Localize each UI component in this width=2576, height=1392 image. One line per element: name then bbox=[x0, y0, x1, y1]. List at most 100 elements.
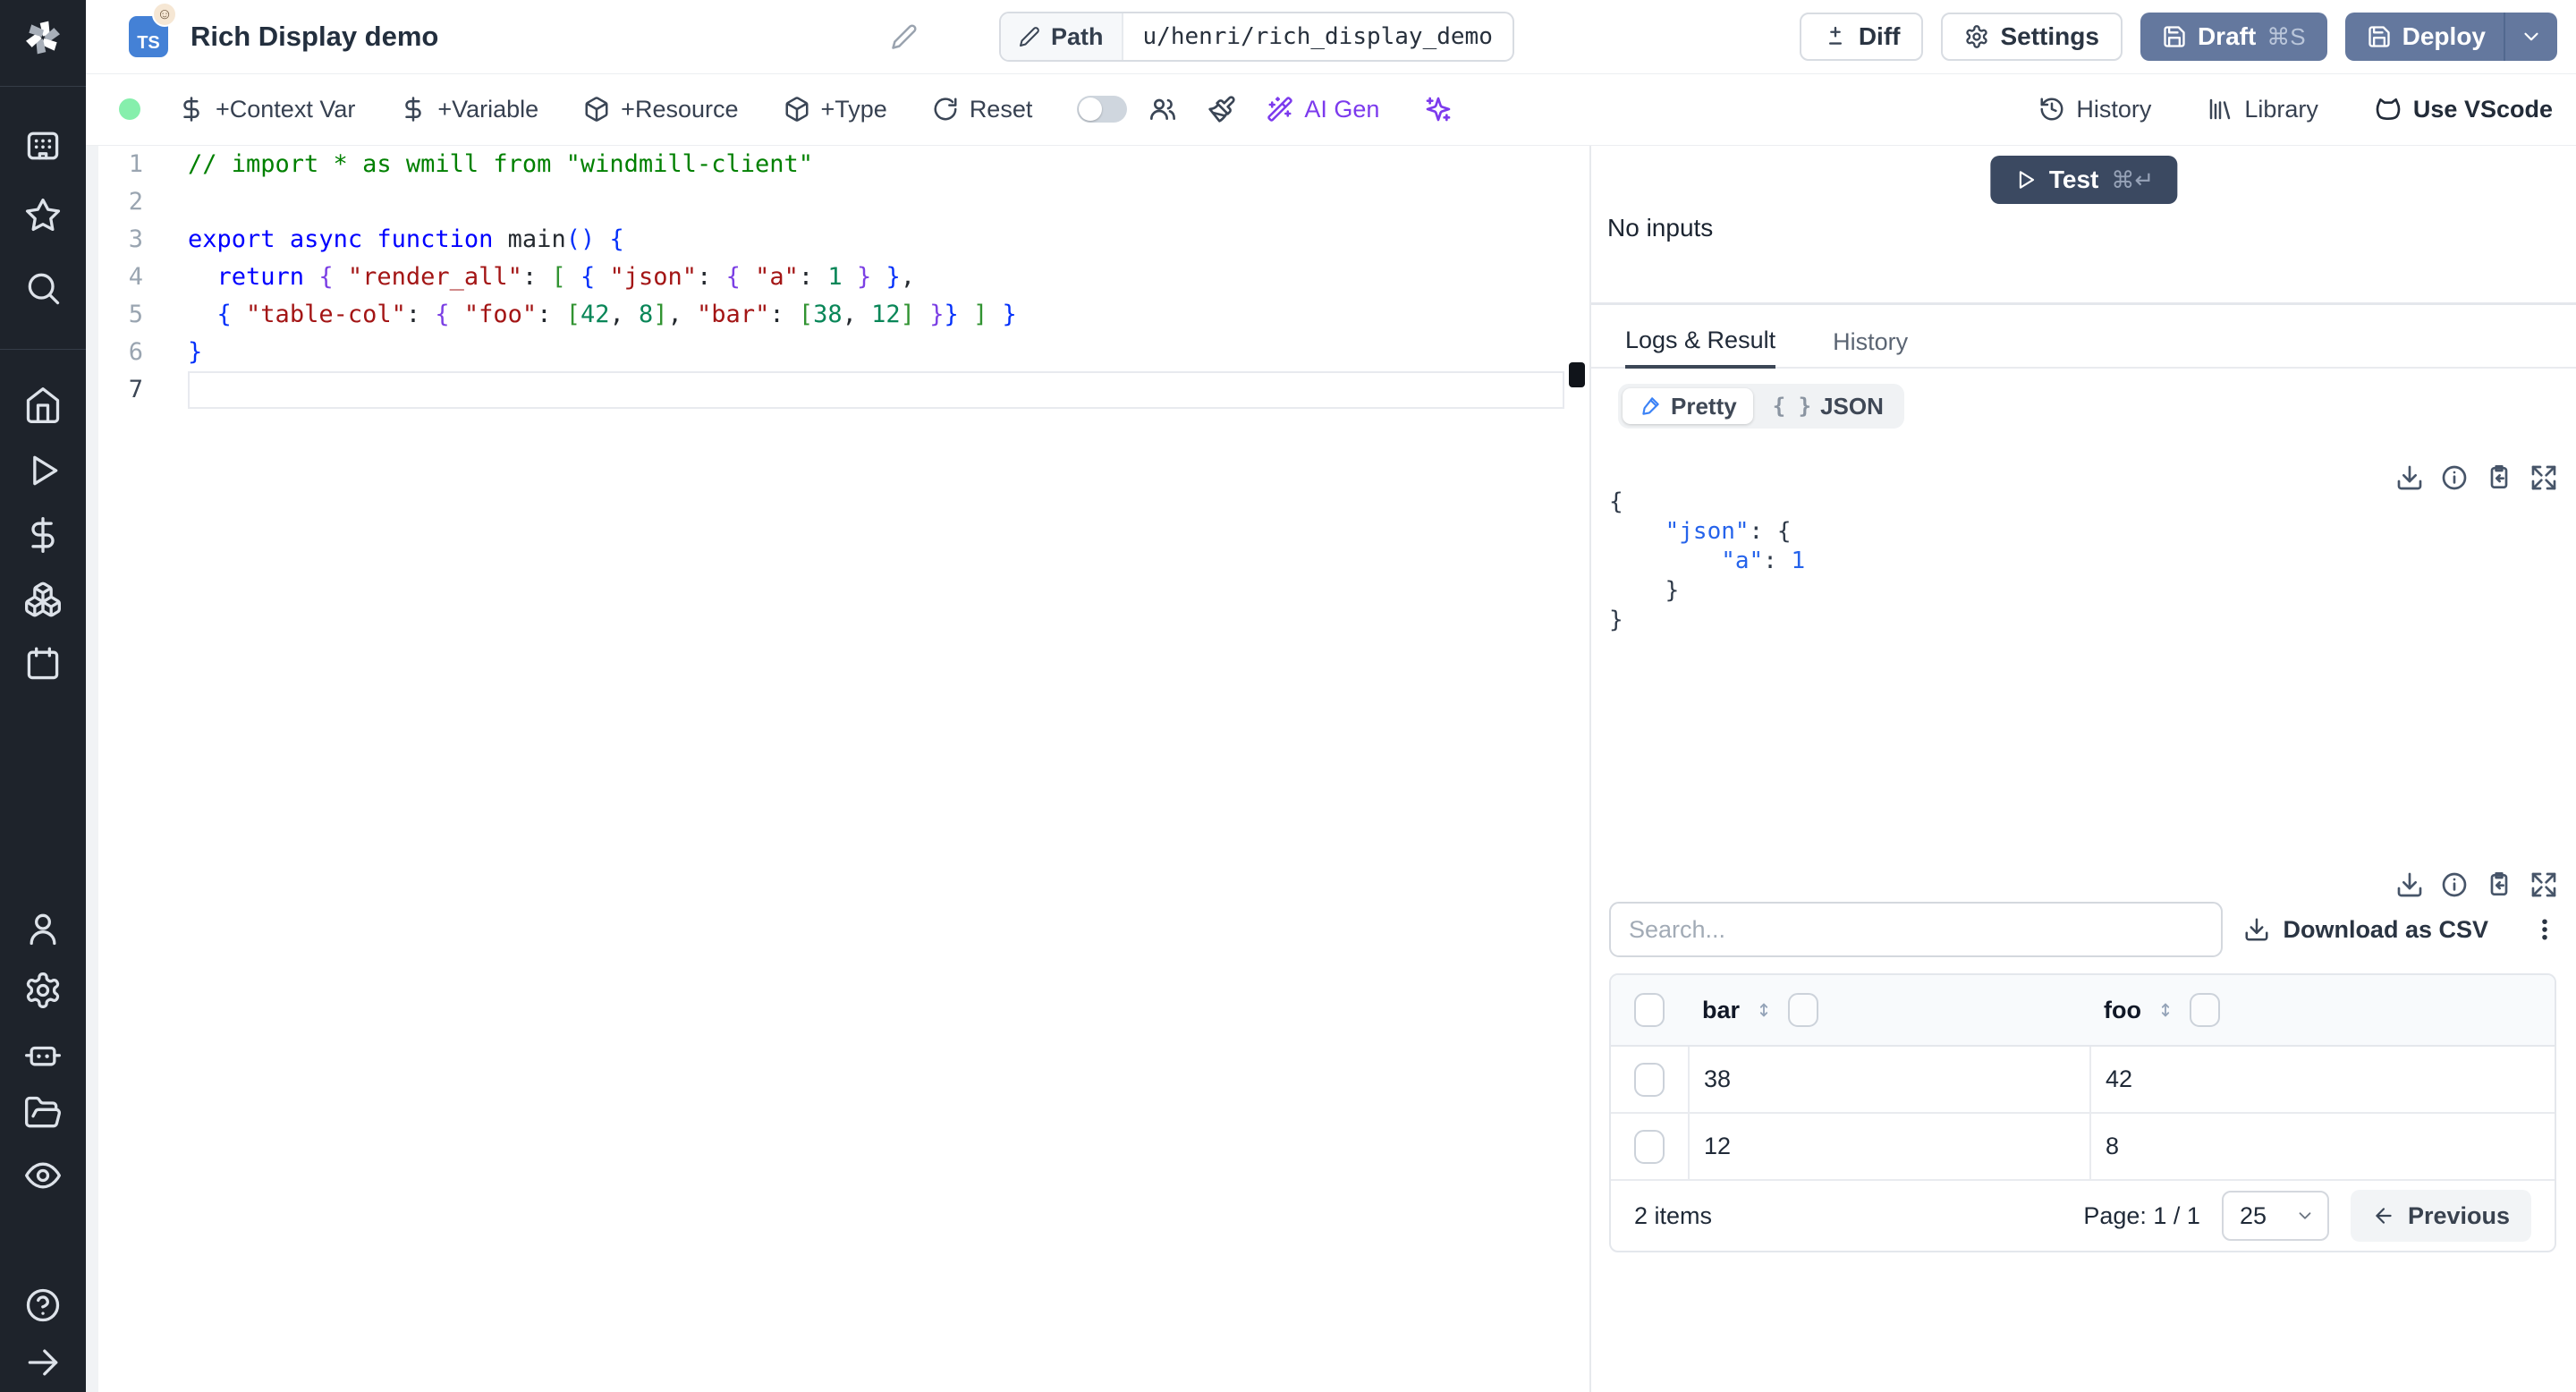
cell-bar: 38 bbox=[1688, 1047, 2089, 1112]
home-icon[interactable] bbox=[23, 386, 63, 425]
add-type-button[interactable]: +Type bbox=[784, 96, 887, 123]
diff-button[interactable]: Diff bbox=[1799, 13, 1924, 61]
reset-button[interactable]: Reset bbox=[932, 96, 1032, 123]
chevron-down-icon bbox=[2524, 32, 2538, 41]
toolbar: +Context Var +Variable +Resource +Type R… bbox=[86, 73, 2576, 146]
braces-icon: { } bbox=[1772, 394, 1812, 419]
windmill-logo[interactable] bbox=[23, 18, 63, 57]
resources-boxes-icon[interactable] bbox=[23, 580, 63, 619]
play-icon bbox=[2019, 171, 2034, 189]
save-icon bbox=[2164, 26, 2185, 47]
deploy-button[interactable]: Deploy bbox=[2345, 13, 2504, 61]
format-brush-icon[interactable] bbox=[1208, 95, 1236, 123]
deploy-button-group: Deploy bbox=[2344, 13, 2557, 61]
kebab-menu-button[interactable] bbox=[2531, 916, 2558, 943]
expand-icon[interactable] bbox=[2529, 463, 2558, 492]
clipboard-copy-icon[interactable] bbox=[2485, 463, 2513, 492]
schedules-calendar-icon[interactable] bbox=[23, 644, 63, 683]
code-editor[interactable]: 1// import * as wmill from "windmill-cli… bbox=[86, 146, 1589, 1392]
splitter-handle[interactable] bbox=[1569, 362, 1585, 387]
select-all-checkbox[interactable] bbox=[1634, 993, 1665, 1027]
sort-icon[interactable] bbox=[2156, 997, 2175, 1023]
expand-icon[interactable] bbox=[2529, 870, 2558, 899]
table-row: 12 8 bbox=[1611, 1114, 2555, 1181]
tab-history[interactable]: History bbox=[1833, 328, 1908, 367]
path-label: Path bbox=[1051, 22, 1104, 50]
pretty-toggle[interactable]: Pretty bbox=[1623, 388, 1753, 424]
code-line[interactable]: 4 return { "render_all": [ { "json": { "… bbox=[86, 259, 1589, 296]
code-line[interactable]: 6} bbox=[86, 334, 1589, 371]
arrow-right-icon[interactable] bbox=[23, 1343, 63, 1382]
use-vscode-button[interactable]: Use VScode bbox=[2374, 95, 2553, 123]
sidebar-divider bbox=[0, 349, 86, 350]
tab-logs-result[interactable]: Logs & Result bbox=[1625, 327, 1776, 369]
apps-icon[interactable] bbox=[23, 126, 63, 166]
folder-open-icon[interactable] bbox=[23, 1093, 63, 1133]
path-pill[interactable]: Path u/henri/rich_display_demo bbox=[999, 12, 1514, 62]
code-line[interactable]: 7 bbox=[86, 371, 1589, 409]
draft-button[interactable]: Draft ⌘S bbox=[2140, 13, 2327, 61]
emoji-badge-icon: ☺ bbox=[152, 2, 177, 27]
line-number: 5 bbox=[128, 301, 143, 328]
add-context-var-button[interactable]: +Context Var bbox=[178, 96, 355, 123]
clipboard-copy-icon[interactable] bbox=[2485, 870, 2513, 899]
column-checkbox[interactable] bbox=[1788, 993, 1819, 1027]
edit-title-pencil-icon[interactable] bbox=[891, 23, 918, 50]
row-checkbox[interactable] bbox=[1634, 1129, 1665, 1164]
previous-page-button[interactable]: Previous bbox=[2350, 1190, 2531, 1242]
history-button[interactable]: History bbox=[2038, 96, 2151, 123]
info-icon[interactable] bbox=[2440, 870, 2469, 899]
table-actions bbox=[2395, 870, 2558, 899]
draft-shortcut: ⌘S bbox=[2267, 22, 2306, 50]
add-resource-button[interactable]: +Resource bbox=[583, 96, 739, 123]
no-inputs-label: No inputs bbox=[1607, 214, 1714, 242]
help-icon[interactable] bbox=[23, 1286, 63, 1325]
sort-icon[interactable] bbox=[1754, 997, 1774, 1023]
deploy-dropdown-button[interactable] bbox=[2505, 13, 2557, 61]
items-count: 2 items bbox=[1634, 1201, 1713, 1229]
row-checkbox[interactable] bbox=[1634, 1062, 1665, 1097]
code-line[interactable]: 1// import * as wmill from "windmill-cli… bbox=[86, 146, 1589, 183]
test-shortcut: ⌘↵ bbox=[2111, 166, 2155, 193]
users-icon[interactable] bbox=[1148, 95, 1177, 123]
sparkles-icon[interactable] bbox=[1424, 95, 1453, 123]
info-icon[interactable] bbox=[2440, 463, 2469, 492]
download-icon[interactable] bbox=[2395, 870, 2424, 899]
line-number: 2 bbox=[128, 188, 143, 216]
settings-button[interactable]: Settings bbox=[1941, 13, 2123, 61]
gear-icon[interactable] bbox=[23, 971, 63, 1010]
line-number: 1 bbox=[128, 150, 143, 178]
library-button[interactable]: Library bbox=[2207, 96, 2318, 123]
runs-play-icon[interactable] bbox=[23, 451, 63, 490]
library-icon bbox=[2210, 98, 2231, 120]
search-input[interactable] bbox=[1609, 902, 2223, 957]
page-size-select[interactable]: 25 bbox=[2221, 1191, 2329, 1241]
download-csv-button[interactable]: Download as CSV bbox=[2243, 916, 2488, 944]
pen-icon bbox=[1642, 397, 1659, 415]
table-header: bar foo bbox=[1611, 975, 2555, 1047]
result-tabs: Logs & Result History bbox=[1591, 305, 2576, 369]
collab-toggle[interactable] bbox=[1077, 96, 1128, 123]
code-line[interactable]: 2 bbox=[86, 183, 1589, 221]
column-header-bar[interactable]: bar bbox=[1702, 997, 1740, 1024]
code-line[interactable]: 3 export async function main() { bbox=[86, 221, 1589, 259]
workers-robot-icon[interactable] bbox=[23, 1033, 63, 1073]
star-icon[interactable] bbox=[23, 196, 63, 235]
column-header-foo[interactable]: foo bbox=[2104, 997, 2141, 1024]
eye-icon[interactable] bbox=[23, 1156, 63, 1195]
code-line[interactable]: 5 { "table-col": { "foo": [42, 8], "bar"… bbox=[86, 296, 1589, 334]
user-icon[interactable] bbox=[23, 909, 63, 948]
history-clock-icon bbox=[2040, 98, 2063, 121]
add-variable-button[interactable]: +Variable bbox=[400, 96, 538, 123]
test-button[interactable]: Test ⌘↵ bbox=[1989, 156, 2178, 204]
result-json: { "json": { "a": 1 }} bbox=[1609, 488, 1805, 635]
table-toolbar: Download as CSV bbox=[1609, 902, 2558, 959]
page-indicator: Page: 1 / 1 bbox=[2083, 1201, 2200, 1229]
search-icon[interactable] bbox=[23, 268, 63, 308]
ai-gen-button[interactable]: AI Gen bbox=[1267, 96, 1379, 123]
variables-dollar-icon[interactable] bbox=[23, 515, 63, 555]
json-toggle[interactable]: { } JSON bbox=[1757, 388, 1900, 424]
column-checkbox[interactable] bbox=[2189, 993, 2220, 1027]
line-number: 6 bbox=[128, 338, 143, 366]
download-icon[interactable] bbox=[2395, 463, 2424, 492]
